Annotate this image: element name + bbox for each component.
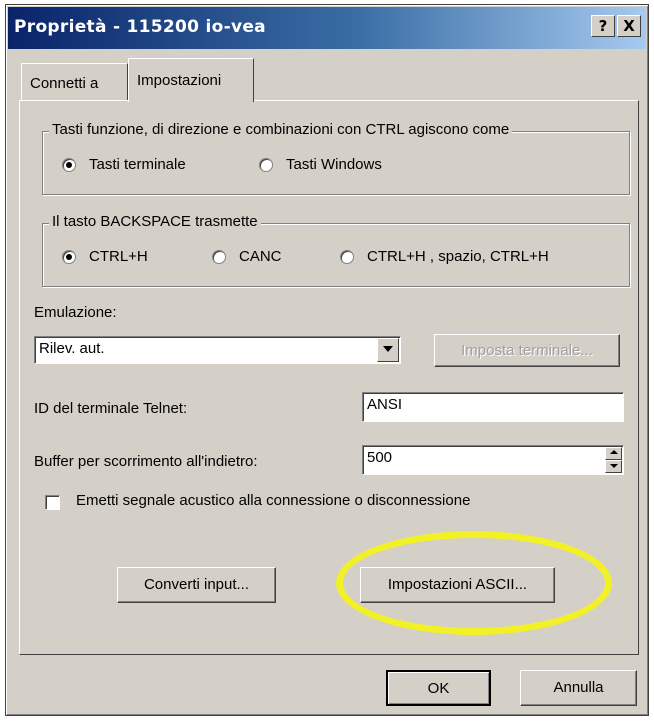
emulation-selected-value: Rilev. aut. [39,340,105,357]
tab-label: Connetti a [30,75,99,92]
help-button[interactable]: ? [591,15,615,37]
radio-canc-label[interactable]: CANC [239,248,282,265]
radio-tasti-windows-label[interactable]: Tasti Windows [286,156,382,173]
tab-label: Impostazioni [137,72,222,89]
radio-canc[interactable] [212,250,226,264]
ok-button[interactable]: OK [386,670,491,706]
beep-checkbox-label[interactable]: Emetti segnale acustico alla connessione… [76,492,470,509]
backspace-group-legend: Il tasto BACKSPACE trasmette [49,213,261,230]
tab-connetti-a[interactable]: Connetti a [21,63,128,100]
radio-tasti-windows[interactable] [259,158,273,172]
telnet-id-field[interactable]: ANSI [362,392,624,422]
convert-input-button[interactable]: Converti input... [117,567,276,603]
radio-ctrl-h-label[interactable]: CTRL+H [89,248,148,265]
radio-tasti-terminale[interactable] [62,158,76,172]
close-button[interactable]: X [617,15,641,37]
buffer-stepper[interactable]: 500 [362,445,624,475]
title-bar[interactable]: Proprietà - 115200 io-vea ? X [8,7,646,49]
window-title: Proprietà - 115200 io-vea [14,17,266,37]
spin-buttons [605,447,622,473]
spin-up-icon[interactable] [605,447,622,460]
radio-ctrl-h-spazio-label[interactable]: CTRL+H , spazio, CTRL+H [367,248,549,265]
emulation-label: Emulazione: [34,304,117,321]
radio-tasti-terminale-label[interactable]: Tasti terminale [89,156,186,173]
properties-dialog: Proprietà - 115200 io-vea ? X Connetti a… [5,4,649,716]
radio-ctrl-h[interactable] [62,250,76,264]
settings-panel: Tasti funzione, di direzione e combinazi… [19,100,639,655]
ascii-settings-button[interactable]: Impostazioni ASCII... [360,567,555,603]
emulation-select[interactable]: Rilev. aut. [34,336,401,364]
telnet-id-label: ID del terminale Telnet: [34,400,188,417]
spin-down-icon[interactable] [605,460,622,473]
radio-ctrl-h-spazio[interactable] [340,250,354,264]
buffer-label: Buffer per scorrimento all'indietro: [34,453,258,470]
beep-checkbox[interactable] [45,495,60,510]
cancel-button[interactable]: Annulla [520,670,637,706]
chevron-down-icon[interactable] [377,338,399,362]
set-terminal-button[interactable]: Imposta terminale... [434,334,620,367]
tab-impostazioni[interactable]: Impostazioni [128,58,254,102]
buffer-value: 500 [367,449,393,466]
keys-group-legend: Tasti funzione, di direzione e combinazi… [49,121,513,138]
